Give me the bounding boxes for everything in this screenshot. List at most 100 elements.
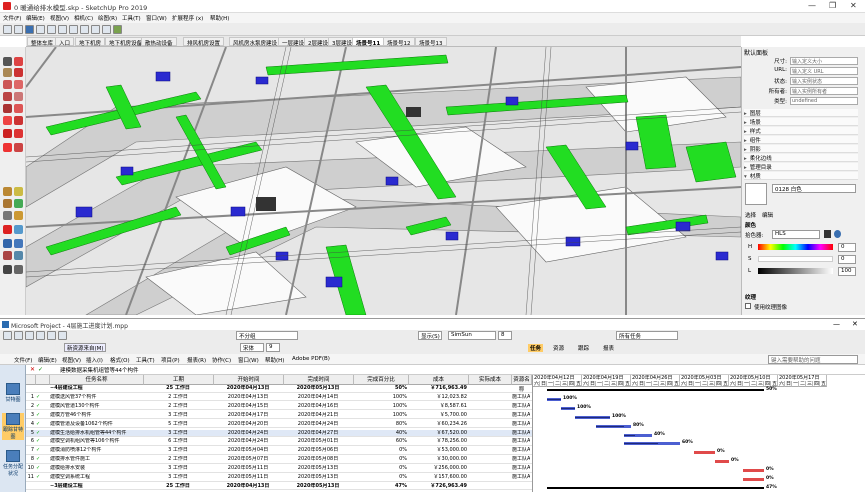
table-row[interactable]: 11 ✓ 建模空调系统工程 3 工作日 2020年05月11日 2020年05月13日 0%… [26,474,532,482]
tab-scene-5[interactable]: 散热动设备 [141,37,177,47]
table-row[interactable]: 2 ✓ 建模风管道130个构件 2 工作日 2020年04月15日 2020年04月16日… [26,403,532,411]
table-row[interactable]: 8 ✓ 建模排水管件施工 2 工作日 2020年05月07日 2020年05月08日 0% ￥… [26,456,532,464]
menu-tools[interactable]: 工具(T) [122,14,141,22]
tray-section-scenes[interactable]: ▸ 场景 [744,118,858,126]
table-row[interactable]: 3 ✓ 建模方管46个构件 3 工作日 2020年04月17日 2020年04月21日 10… [26,412,532,420]
gantt-bar[interactable] [743,469,764,473]
tray-section-shadows[interactable]: ▸ 阴影 [744,145,858,153]
push-pull-icon[interactable] [3,104,12,113]
arc-icon[interactable] [3,80,12,89]
font-select-2[interactable]: SimSun [448,331,496,340]
rectangle-icon[interactable] [14,80,23,89]
font-select[interactable]: 宋体 [240,343,264,352]
tray-section-outliner[interactable]: ▸ 管理目录 [744,163,858,171]
column-header[interactable]: 任务名称 [50,375,144,385]
task-pane-link[interactable]: 任务 [528,344,544,352]
save-icon[interactable] [25,25,34,34]
position-camera-icon[interactable] [3,265,12,274]
project-menu-edit[interactable]: 编辑(E) [38,356,57,364]
menu-draw[interactable]: 绘图(R) [98,14,117,22]
column-header[interactable]: 工期 [144,375,214,385]
zoom-window-icon[interactable] [14,239,23,248]
open-icon[interactable] [14,25,23,34]
new-resource-from-button[interactable]: 新资源来自(M) [64,343,106,352]
gantt-bar[interactable] [547,486,764,489]
project-print-icon[interactable] [36,331,45,340]
help-search-input[interactable]: 键入需要帮助的问题 [768,355,858,364]
menu-extensions[interactable]: 扩展程序 (x) [172,14,203,22]
protractor-icon[interactable] [14,187,23,196]
project-new-icon[interactable] [3,331,12,340]
resource-pane-link[interactable]: 资源 [553,344,564,352]
sandbox-icon[interactable] [14,265,23,274]
follow-me-icon[interactable] [3,129,12,138]
tray-section-styles[interactable]: ▸ 样式 [744,127,858,135]
menu-view[interactable]: 视图(V) [50,14,69,22]
material-name-input[interactable]: 0128 白色 [772,184,856,193]
table-row[interactable]: 4 ✓ 建模管道及设备1062个构件 5 工作日 2020年04月20日 2020年04月… [26,421,532,429]
menu-edit[interactable]: 编辑(E) [26,14,45,22]
table-row[interactable]: 7 ✓ 建模消防喷淋12个构件 3 工作日 2020年05月04日 2020年05月06日… [26,447,532,455]
table-row[interactable]: 5 ✓ 建模生活给排水机组管等44个构件 3 工作日 2020年04月24日 2020年0… [26,429,532,437]
look-around-icon[interactable] [14,225,23,234]
section-icon[interactable] [14,211,23,220]
text-icon[interactable] [3,211,12,220]
tab-scene-12[interactable]: 场景号12 [383,37,415,47]
project-preview-icon[interactable] [47,331,56,340]
maximize-icon[interactable]: ❐ [829,1,836,10]
menu-help[interactable]: 帮助(H) [210,14,229,22]
table-row[interactable]: 10 ✓ 建模给排水安装 3 工作日 2020年05月11日 2020年05月13日 0% ￥… [26,465,532,473]
zoom-icon[interactable] [3,239,12,248]
view-tracking-gantt[interactable]: 跟踪甘特图 [2,413,24,440]
tab-scene-3[interactable]: 地下机房 [75,37,106,47]
column-header[interactable] [26,375,36,385]
model-info-icon[interactable] [113,25,122,34]
project-menu-view[interactable]: 视图(V) [62,356,81,364]
font-size-select[interactable]: 9 [266,343,280,352]
cancel-entry-icon[interactable]: ✕ [30,366,35,373]
tab-material-edit[interactable]: 编辑 [762,211,773,219]
rotate-icon[interactable] [3,116,12,125]
sample-paint-icon[interactable] [834,230,841,238]
project-menu-tools[interactable]: 工具(T) [136,356,155,364]
project-menu-project[interactable]: 项目(P) [161,356,180,364]
tray-section-components[interactable]: ▸ 组件 [744,136,858,144]
column-header[interactable]: 资源名称 [512,375,532,393]
project-spell-icon[interactable] [58,331,67,340]
hls-s-slider[interactable] [758,256,833,262]
scale-icon[interactable] [14,116,23,125]
circle-icon[interactable] [3,92,12,101]
view-gantt-chart[interactable]: 甘特图 [2,383,24,403]
tab-material-select[interactable]: 选择 [745,211,756,219]
project-menu-window[interactable]: 窗口(W) [238,356,259,364]
tray-section-soften-edges[interactable]: ▸ 柔化边线 [744,154,858,162]
column-header[interactable]: 实际成本 [469,375,512,385]
tab-scene-4[interactable]: 地下机房设备 [105,37,147,47]
filter-select[interactable]: 所有任务 [616,331,678,340]
tape-measure-icon[interactable] [3,187,12,196]
minimize-icon[interactable]: — [808,1,816,10]
menu-window[interactable]: 窗口(W) [146,14,167,22]
menu-file[interactable]: 文件(F) [3,14,21,22]
zoom-extents-icon[interactable] [3,251,12,260]
table-row[interactable]: 6 ✓ 建模空调机组风管等106个构件 6 工作日 2020年04月24日 2020年05… [26,438,532,446]
project-menu-adobe-pdf[interactable]: Adobe PDF(B) [292,356,330,362]
tray-section-layers[interactable]: ▸ 图层 [744,109,858,117]
entry-input[interactable]: 建模数据采集机组管等44个构件 [60,366,310,374]
show-select[interactable]: 显示(S) [418,331,442,340]
report-pane-link[interactable]: 报表 [603,344,614,352]
line-icon[interactable] [14,68,23,77]
project-open-icon[interactable] [14,331,23,340]
orbit-icon[interactable] [3,143,12,152]
previous-view-icon[interactable] [14,251,23,260]
model-viewport[interactable] [26,47,741,315]
tab-scene-13[interactable]: 场景号13 [415,37,447,47]
track-pane-link[interactable]: 跟踪 [578,344,589,352]
undo-icon[interactable] [80,25,89,34]
gantt-bar[interactable] [715,460,729,464]
gantt-bar[interactable] [547,389,764,391]
column-header[interactable]: 成本 [409,375,469,385]
confirm-entry-icon[interactable]: ✓ [38,366,43,373]
project-menu-collaborate[interactable]: 协作(C) [212,356,231,364]
column-header[interactable]: 完成时间 [284,375,354,385]
